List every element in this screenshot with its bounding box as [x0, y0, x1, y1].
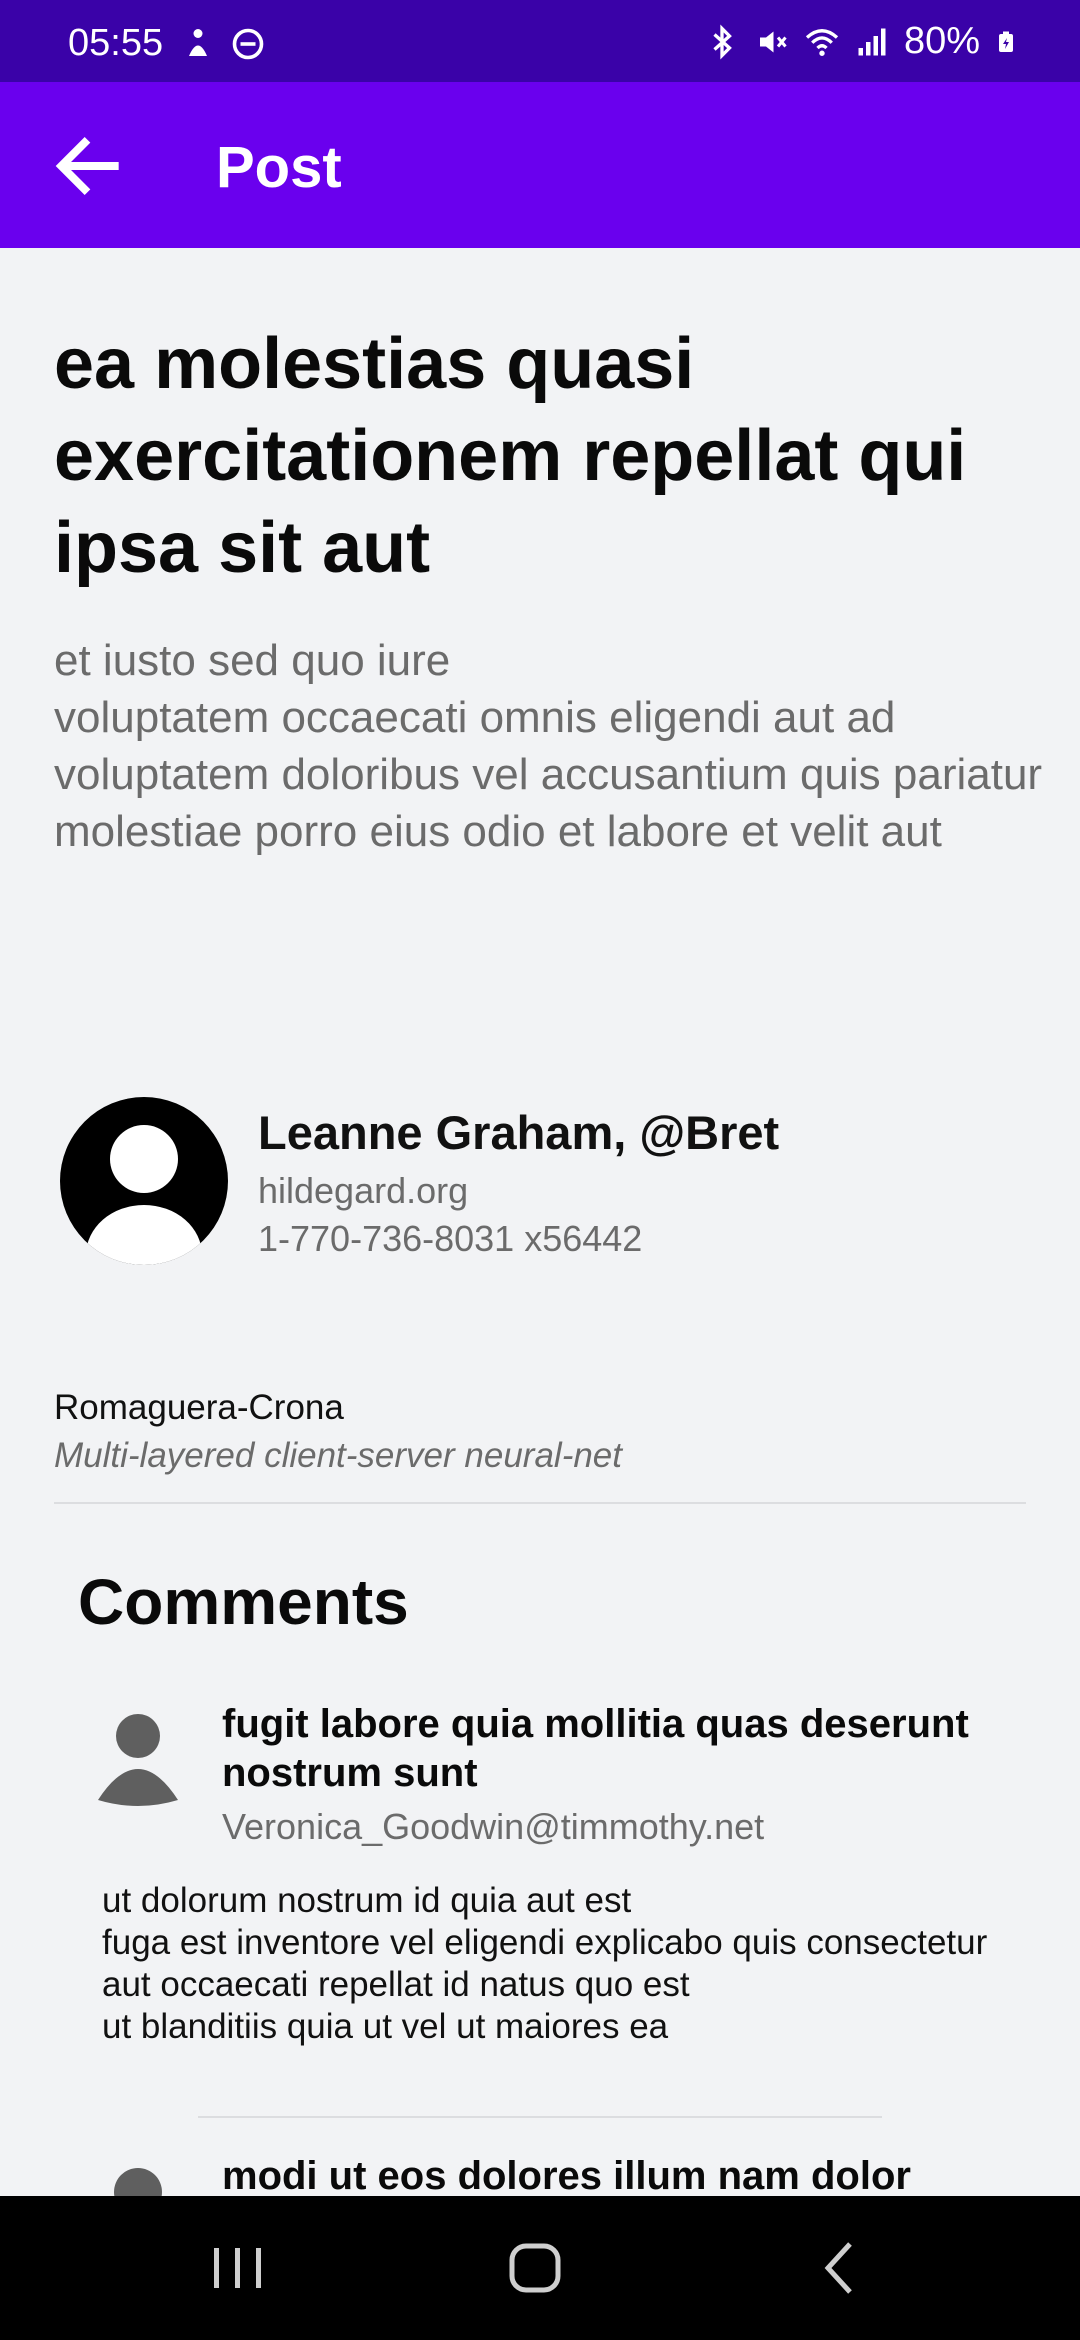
home-button[interactable]	[496, 2236, 576, 2300]
bluetooth-icon	[713, 24, 732, 59]
battery-icon	[999, 31, 1013, 52]
comment-body: ut dolorum nostrum id quia aut est fuga …	[102, 1881, 988, 2046]
comment-divider	[198, 2116, 882, 2118]
recent-apps-button[interactable]	[198, 2236, 278, 2300]
author-phone[interactable]: 1-770-736-8031 x56442	[258, 1218, 642, 1260]
comment-title: modi ut eos dolores illum nam dolor	[222, 2154, 911, 2198]
section-divider	[54, 1502, 1026, 1504]
do-not-disturb-icon	[232, 28, 264, 60]
arrow-back-icon	[55, 137, 119, 195]
home-icon	[509, 2243, 561, 2293]
accessibility-icon	[189, 29, 207, 56]
post-body: et iusto sed quo iure voluptatem occaeca…	[54, 636, 1043, 856]
page-title: Post	[216, 135, 342, 200]
author-name: Leanne Graham, @Bret	[258, 1106, 780, 1159]
company-catch-phrase: Multi-layered client-server neural-net	[54, 1436, 622, 1475]
system-nav-bar	[0, 2196, 1080, 2340]
mute-icon	[759, 31, 787, 52]
comments-heading: Comments	[78, 1566, 409, 1638]
wifi-icon	[805, 28, 839, 56]
app-bar: Post	[0, 82, 1080, 248]
back-icon	[824, 2242, 852, 2294]
status-time: 05:55	[68, 22, 164, 64]
recent-apps-icon	[214, 2248, 261, 2288]
status-right: 80%	[704, 20, 1018, 63]
battery-percent: 80%	[903, 20, 980, 62]
comment-title: fugit labore quia mollitia quas deserunt…	[222, 1702, 969, 1795]
back-button[interactable]	[48, 126, 128, 206]
user-avatar-icon	[86, 1125, 202, 1265]
post-title: ea molestias quasi exercitationem repell…	[54, 324, 967, 588]
company-name: Romaguera-Crona	[54, 1388, 344, 1427]
status-left-icons	[180, 26, 266, 62]
status-bar: 05:55 80%	[0, 0, 1080, 82]
commenter-avatar-icon	[98, 1714, 178, 1806]
signal-icon	[858, 28, 886, 55]
comment-email: Veronica_Goodwin@timmothy.net	[222, 1806, 765, 1847]
nav-back-button[interactable]	[800, 2236, 880, 2300]
author-website[interactable]: hildegard.org	[258, 1170, 468, 1212]
author-avatar	[60, 1097, 228, 1265]
